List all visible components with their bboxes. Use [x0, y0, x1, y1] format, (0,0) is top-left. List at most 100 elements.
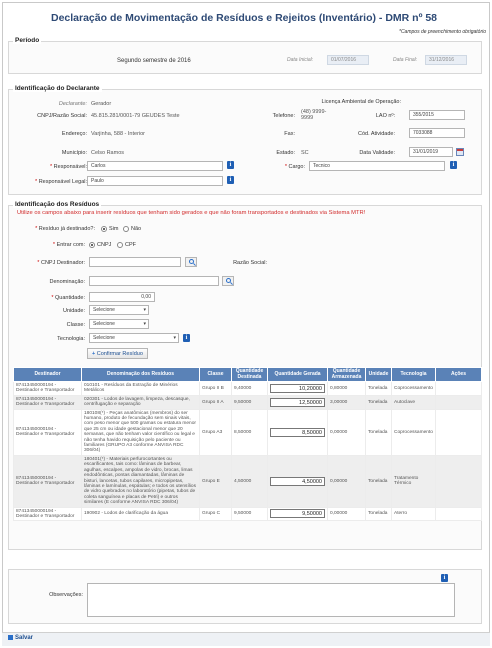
save-icon: [8, 635, 13, 640]
periodo-section: Período Segundo semestre de 2016 Data In…: [8, 37, 482, 74]
quantidade-gerada-input[interactable]: 9,50000: [270, 509, 325, 519]
required-fields-note: *Campos de preenchimento obrigatório: [399, 29, 486, 35]
column-header: Unidade: [365, 367, 392, 382]
table-header-row: Destinador Denominação dos Resíduos Clas…: [13, 367, 482, 382]
razao-social-label: Razão Social:: [233, 260, 267, 266]
destinador-cell: 87413450000194 - Destinador e Transporta…: [13, 454, 82, 508]
observacoes-section: i Observações:: [8, 569, 482, 624]
classe-cell: Grupo A3: [199, 408, 232, 456]
classe-label: Classe:: [66, 322, 85, 328]
chevron-down-icon: ▾: [143, 307, 146, 313]
entrar-com-label: Entrar com:: [56, 242, 85, 248]
classe-cell: Grupo II A: [199, 394, 232, 410]
cod-atividade-field[interactable]: 7033088: [409, 128, 465, 138]
info-icon[interactable]: i: [450, 161, 457, 169]
telefone-label: Telefone:: [272, 113, 295, 119]
gerada-cell: 10,20000: [267, 381, 328, 396]
acoes-cell: [435, 408, 482, 456]
column-header: Quantidade Gerada: [267, 367, 328, 382]
gerada-cell: 4,50000: [267, 454, 328, 508]
tecnologia-cell: Autoclave: [391, 394, 436, 410]
unidade-cell: Tonelada: [365, 408, 392, 456]
quantidade-gerada-input[interactable]: 4,50000: [270, 476, 325, 486]
residuos-table: Destinador Denominação dos Resíduos Clas…: [13, 367, 482, 522]
tecnologia-cell: Coprocessamento: [391, 408, 436, 456]
classe-cell: Grupo E: [199, 454, 232, 508]
table-row: 87413450000194 - Destinador e Transporta…: [13, 408, 482, 456]
observacoes-textarea[interactable]: [87, 583, 455, 617]
cod-atividade-label: Cód. Atividade:: [358, 131, 395, 137]
quantidade-field[interactable]: 0,00: [89, 292, 155, 302]
destinado-nao-label: Não: [131, 226, 142, 232]
cnpj-label: CNPJ/Razão Social:: [37, 113, 87, 119]
entrar-cpf-radio[interactable]: [117, 242, 123, 248]
info-icon[interactable]: i: [441, 574, 448, 582]
table-row: 87413450000194 - Destinador e Transporta…: [13, 394, 482, 410]
denominacao-cell: 180401(*) - Materiais perfurocortantes o…: [81, 454, 200, 508]
destinado-nao-radio[interactable]: [123, 226, 129, 232]
tecnologia-select[interactable]: Selecione ▾: [89, 333, 179, 343]
endereco-value: Varjinha, 588 - Interior: [91, 131, 146, 137]
column-header: Quantidade Destinada: [231, 367, 268, 382]
periodo-legend: Período: [13, 37, 42, 44]
classe-cell: Grupo II B: [199, 381, 232, 396]
column-header: Denominação dos Resíduos: [81, 367, 200, 382]
unidade-cell: Tonelada: [365, 506, 392, 522]
info-icon[interactable]: i: [183, 334, 190, 342]
column-header: Tecnologia: [391, 367, 436, 382]
acoes-cell: [435, 506, 482, 522]
cargo-field[interactable]: Tecnico: [309, 161, 445, 171]
responsavel-legal-field[interactable]: Paulo: [87, 176, 223, 186]
data-inicial-label: Data Inicial:: [287, 57, 314, 63]
armazenada-cell: 0,00000: [327, 454, 366, 508]
denominacao-field[interactable]: [89, 276, 219, 286]
residuos-warning: Utilize os campos abaixo para inserir re…: [17, 210, 366, 216]
denominacao-cell: 180108(*) - Peças anatômicas (membros) d…: [81, 408, 200, 456]
cnpj-destinador-field[interactable]: [89, 257, 181, 267]
save-button[interactable]: Salvar: [8, 635, 33, 641]
data-final-label: Data Final:: [393, 57, 418, 63]
destinado-sim-radio[interactable]: [101, 226, 107, 232]
destinador-cell: 87413450000194 - Destinador e Transporta…: [13, 381, 82, 396]
confirmar-residuo-button[interactable]: + Confirmar Resíduo: [87, 348, 148, 359]
unidade-select-value: Selecione: [93, 307, 115, 313]
info-icon[interactable]: i: [227, 161, 234, 169]
declarante-legend: Identificação do Declarante: [13, 85, 102, 92]
declarante-label: Declarante:: [58, 101, 87, 107]
tecnologia-cell: Coprocessamento: [391, 381, 436, 396]
entrar-cnpj-radio[interactable]: [89, 242, 95, 248]
unidade-cell: Tonelada: [365, 454, 392, 508]
municipio-value: Celso Ramos: [91, 150, 125, 156]
tecnologia-cell: Tratamento Térmico: [391, 454, 436, 508]
destinador-cell: 87413450000194 - Destinador e Transporta…: [13, 408, 82, 456]
declarante-value: Gerador: [91, 101, 112, 107]
endereco-label: Endereço:: [61, 131, 87, 137]
search-icon[interactable]: [185, 257, 197, 267]
classe-select[interactable]: Selecione ▾: [89, 319, 149, 329]
responsavel-label: Responsável:: [53, 164, 87, 170]
tecnologia-label: Tecnologia:: [57, 336, 85, 342]
footer-bar: Salvar: [2, 632, 490, 646]
destinador-cell: 87413450000194 - Destinador e Transporta…: [13, 506, 82, 522]
data-validade-field[interactable]: 31/01/2019: [409, 147, 453, 157]
quantidade-gerada-input[interactable]: 10,20000: [270, 383, 325, 393]
lao-label: LAO nº:: [375, 113, 395, 119]
quantidade-gerada-input[interactable]: 8,50000: [270, 427, 325, 437]
calendar-icon[interactable]: [456, 148, 464, 156]
cnpj-destinador-label: CNPJ Destinador:: [40, 260, 85, 266]
observacoes-label: Observações:: [49, 592, 83, 598]
info-icon[interactable]: i: [227, 176, 234, 184]
table-row: 87413450000194 - Destinador e Transporta…: [13, 381, 482, 396]
column-header: Destinador: [13, 367, 82, 382]
destinador-cell: 87413450000194 - Destinador e Transporta…: [13, 394, 82, 410]
unidade-select[interactable]: Selecione ▾: [89, 305, 149, 315]
estado-value: SC: [301, 150, 309, 156]
search-icon[interactable]: [222, 276, 234, 286]
tecnologia-cell: Aterro: [391, 506, 436, 522]
classe-cell: Grupo C: [199, 506, 232, 522]
quantidade-gerada-input[interactable]: 12,50000: [270, 397, 325, 407]
lao-field[interactable]: 355/2015: [409, 110, 465, 120]
responsavel-field[interactable]: Carlos: [87, 161, 223, 171]
periodo-text: Segundo semestre de 2016: [117, 58, 191, 64]
estado-label: Estado:: [276, 150, 295, 156]
